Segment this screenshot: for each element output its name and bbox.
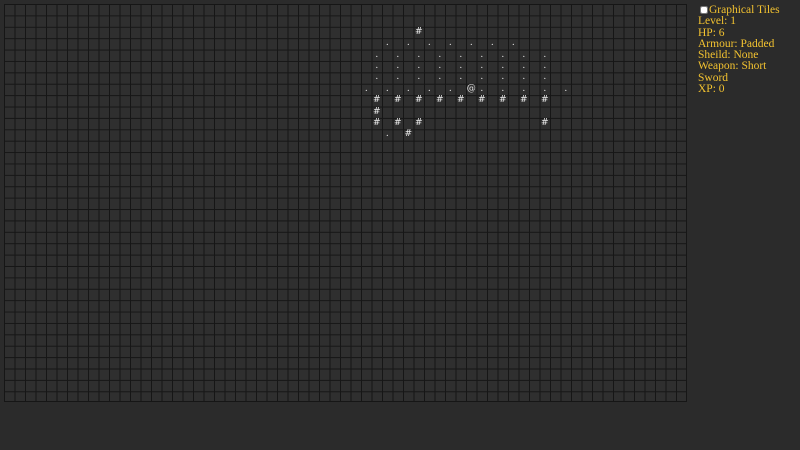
- floor-tile: .: [375, 61, 379, 71]
- wall-tile: #: [540, 95, 549, 106]
- wall-tile: #: [414, 26, 423, 37]
- floor-tile: .: [364, 83, 368, 94]
- floor-tile: .: [385, 129, 389, 140]
- wall-tile: #: [435, 95, 444, 106]
- floor-tile: .: [417, 72, 421, 83]
- floor-tile: .: [501, 61, 505, 71]
- floor-tile: .: [396, 49, 400, 60]
- wall-tile: #: [414, 95, 423, 106]
- floor-tile: .: [438, 61, 442, 71]
- floor-tile: .: [417, 61, 421, 71]
- floor-tile: .: [438, 72, 442, 83]
- floor-tile: .: [501, 72, 505, 83]
- graphical-tiles-checkbox[interactable]: [700, 6, 708, 14]
- floor-tile: .: [396, 72, 400, 83]
- status-panel: Graphical Tiles Level: 1 HP: 6 Armour: P…: [698, 4, 798, 96]
- wall-tile: #: [372, 118, 381, 128]
- wall-tile: #: [372, 106, 381, 117]
- floor-tile: .: [385, 38, 389, 49]
- floor-tile: .: [385, 83, 389, 94]
- floor-tile: .: [448, 83, 452, 94]
- graphical-tiles-label: Graphical Tiles: [709, 4, 780, 16]
- floor-tile: .: [543, 83, 547, 94]
- floor-tile: .: [511, 38, 515, 49]
- floor-tile: .: [459, 49, 463, 60]
- floor-tile: .: [448, 38, 452, 49]
- floor-tile: .: [427, 38, 431, 49]
- floor-tile: .: [543, 72, 547, 83]
- floor-tile: .: [406, 38, 410, 49]
- floor-tile: .: [459, 72, 463, 83]
- floor-tile: .: [480, 72, 484, 83]
- floor-tile: .: [480, 83, 484, 94]
- dungeon-map: #.......................................…: [4, 4, 687, 402]
- wall-tile: #: [540, 118, 549, 128]
- floor-tile: .: [543, 49, 547, 60]
- player-glyph: @: [466, 83, 476, 94]
- wall-tile: #: [498, 95, 507, 106]
- floor-tile: .: [480, 49, 484, 60]
- floor-tile: .: [522, 72, 526, 83]
- floor-tile: .: [375, 49, 379, 60]
- floor-tile: .: [469, 38, 473, 49]
- wall-tile: #: [393, 95, 402, 106]
- wall-tile: #: [393, 118, 402, 128]
- floor-tile: .: [501, 49, 505, 60]
- floor-tile: .: [522, 83, 526, 94]
- floor-tile: .: [522, 61, 526, 71]
- floor-tile: .: [522, 49, 526, 60]
- wall-tile: #: [477, 95, 486, 106]
- floor-tile: .: [490, 38, 494, 49]
- floor-tile: .: [396, 61, 400, 71]
- wall-tile: #: [456, 95, 465, 106]
- floor-tile: .: [459, 61, 463, 71]
- floor-tile: .: [427, 83, 431, 94]
- floor-tile: .: [438, 49, 442, 60]
- floor-tile: .: [480, 61, 484, 71]
- wall-tile: #: [414, 118, 423, 128]
- floor-tile: .: [406, 83, 410, 94]
- floor-tile: .: [501, 83, 505, 94]
- weapon-stat: Weapon: Short Sword: [698, 60, 767, 84]
- floor-tile: .: [543, 61, 547, 71]
- floor-tile: .: [564, 83, 568, 94]
- floor-tile: .: [417, 49, 421, 60]
- wall-tile: #: [372, 95, 381, 106]
- xp-stat: XP: 0: [698, 83, 725, 96]
- wall-tile: #: [404, 129, 413, 140]
- level-stat: Level: 1: [698, 15, 736, 28]
- wall-tile: #: [519, 95, 528, 106]
- floor-tile: .: [375, 72, 379, 83]
